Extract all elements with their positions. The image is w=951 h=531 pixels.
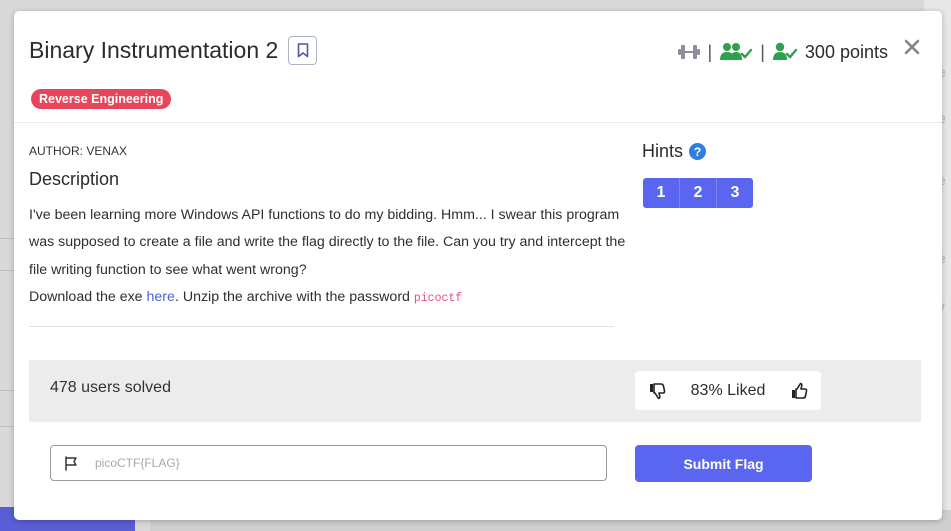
header-divider bbox=[14, 122, 942, 123]
flag-input[interactable] bbox=[91, 448, 606, 478]
download-link[interactable]: here bbox=[147, 289, 175, 305]
description-divider bbox=[29, 326, 614, 327]
thumbs-up-button[interactable] bbox=[789, 381, 809, 401]
background-divider bbox=[0, 270, 14, 271]
close-icon bbox=[904, 39, 920, 55]
challenge-stats: | | 300 points bbox=[677, 40, 888, 64]
thumbs-up-icon bbox=[792, 382, 808, 399]
background-divider bbox=[0, 390, 14, 391]
hints-label: Hints bbox=[642, 141, 684, 161]
thumbs-down-icon bbox=[650, 382, 666, 399]
bookmark-icon bbox=[297, 43, 308, 58]
hint-buttons: 1 2 3 bbox=[643, 178, 753, 208]
close-button[interactable] bbox=[902, 37, 922, 57]
help-icon[interactable]: ? bbox=[689, 143, 707, 160]
category-tag[interactable]: Reverse Engineering bbox=[31, 89, 172, 109]
hints-heading: Hints ? bbox=[642, 141, 707, 162]
download-prefix: Download the exe bbox=[29, 288, 147, 305]
submit-flag-button[interactable]: Submit Flag bbox=[635, 445, 812, 482]
challenge-modal: Binary Instrumentation 2 | | 300 points bbox=[14, 11, 942, 520]
flag-icon bbox=[51, 455, 91, 471]
user-check-icon bbox=[772, 42, 797, 60]
description-text: I've been learning more Windows API func… bbox=[29, 207, 626, 278]
flag-input-wrapper bbox=[50, 445, 607, 481]
liked-percentage: 83% Liked bbox=[690, 381, 766, 399]
password-code: picoctf bbox=[413, 291, 463, 305]
dumbbell-icon bbox=[677, 45, 700, 59]
stats-band: 478 users solved 83% Liked bbox=[29, 360, 921, 422]
background-divider bbox=[0, 238, 14, 239]
thumbs-down-button[interactable] bbox=[647, 381, 667, 401]
hint-button-3[interactable]: 3 bbox=[717, 178, 753, 208]
stats-separator: | bbox=[707, 41, 713, 62]
bookmark-button[interactable] bbox=[288, 36, 317, 65]
challenge-title: Binary Instrumentation 2 bbox=[29, 37, 279, 63]
description-body: I've been learning more Windows API func… bbox=[29, 202, 629, 312]
download-line: Download the exe here. Unzip the archive… bbox=[29, 284, 629, 312]
background-divider bbox=[0, 426, 14, 427]
author-label: AUTHOR: VENAX bbox=[29, 144, 128, 158]
stats-separator: | bbox=[760, 41, 765, 62]
users-solved-count: 478 users solved bbox=[50, 379, 171, 396]
description-heading: Description bbox=[29, 169, 120, 189]
like-widget: 83% Liked bbox=[635, 371, 821, 410]
users-check-icon bbox=[720, 43, 753, 60]
hint-button-2[interactable]: 2 bbox=[680, 178, 717, 208]
points-label: 300 points bbox=[804, 41, 888, 62]
hint-button-1[interactable]: 1 bbox=[643, 178, 680, 208]
download-suffix: . Unzip the archive with the password bbox=[174, 288, 414, 305]
